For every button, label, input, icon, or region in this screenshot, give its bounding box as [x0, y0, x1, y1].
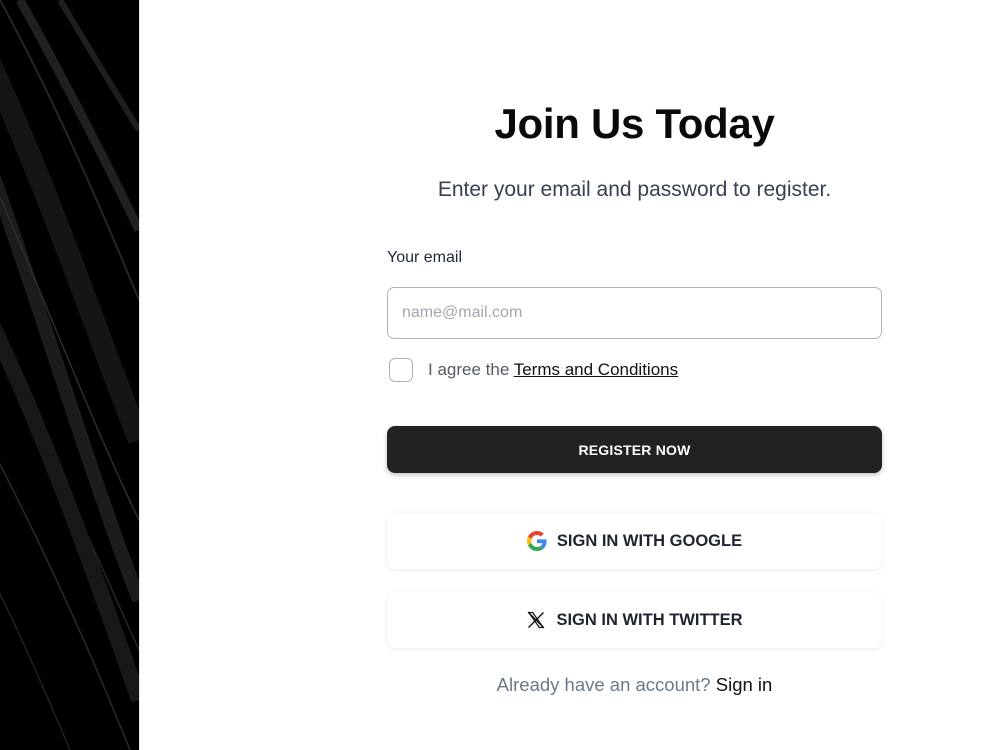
signin-prompt: Already have an account?	[496, 674, 711, 695]
twitter-signin-button[interactable]: SIGN IN WITH TWITTER	[387, 592, 882, 648]
terms-checkbox[interactable]	[389, 358, 413, 382]
terms-agreement-row: I agree the Terms and Conditions	[389, 358, 678, 382]
twitter-button-label: SIGN IN WITH TWITTER	[556, 610, 743, 629]
page-title: Join Us Today	[494, 100, 775, 147]
email-field[interactable]	[387, 287, 882, 339]
google-icon	[526, 531, 547, 551]
terms-agreement-text: I agree the Terms and Conditions	[428, 360, 678, 380]
signin-prompt-row: Already have an account? Sign in	[387, 674, 882, 696]
terms-link[interactable]: Terms and Conditions	[514, 360, 678, 379]
google-button-label: SIGN IN WITH GOOGLE	[556, 531, 743, 550]
register-button[interactable]: REGISTER NOW	[387, 426, 882, 473]
decorative-swirl-lines	[0, 0, 139, 750]
signin-link[interactable]: Sign in	[716, 674, 773, 695]
google-signin-button[interactable]: SIGN IN WITH GOOGLE	[387, 513, 882, 569]
agree-prefix: I agree the	[428, 360, 514, 379]
decorative-side-panel	[0, 0, 139, 750]
x-icon	[526, 610, 546, 630]
page-subtitle: Enter your email and password to registe…	[437, 178, 832, 201]
panel-divider	[139, 0, 140, 750]
email-label: Your email	[387, 249, 463, 266]
